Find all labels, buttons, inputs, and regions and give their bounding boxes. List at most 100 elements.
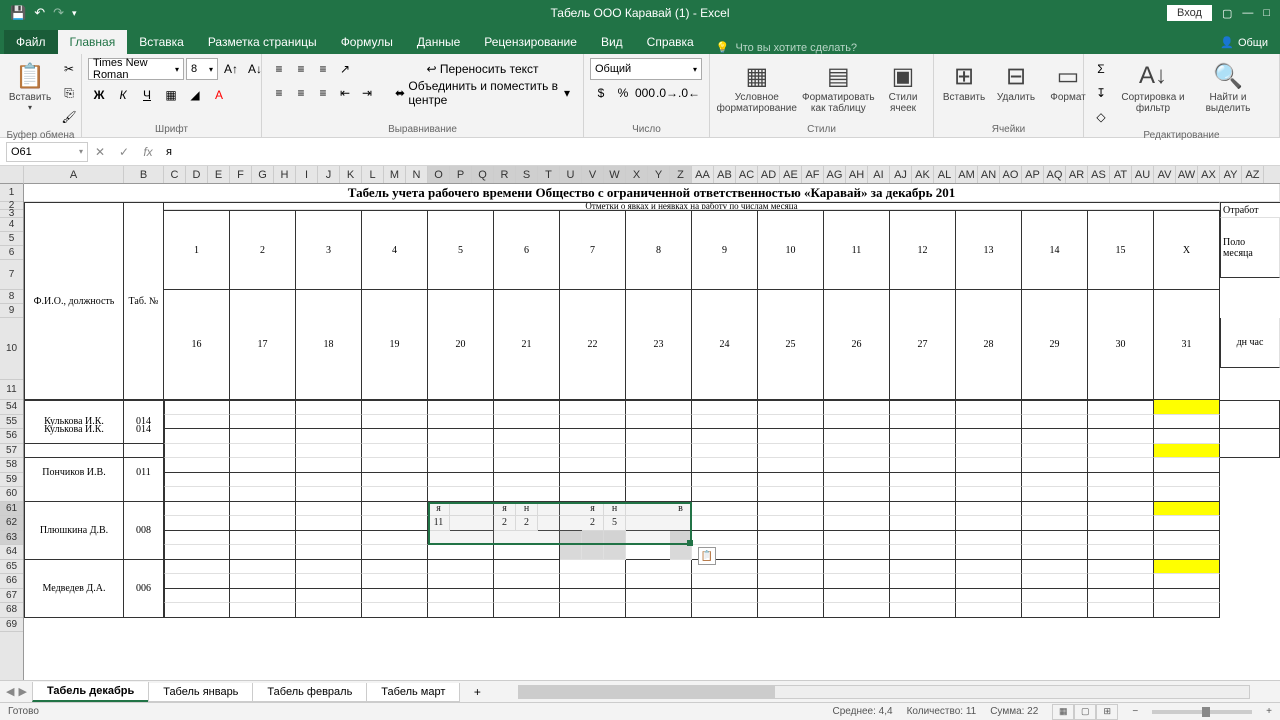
cell[interactable]: [1154, 444, 1220, 459]
cell[interactable]: [758, 502, 824, 517]
col-header-AW[interactable]: AW: [1176, 166, 1198, 183]
cell[interactable]: [494, 603, 560, 618]
cell[interactable]: [956, 400, 1022, 415]
cell[interactable]: [890, 589, 956, 604]
cell[interactable]: [560, 589, 626, 604]
cell[interactable]: 16: [164, 290, 230, 400]
cell[interactable]: 17: [230, 290, 296, 400]
cell[interactable]: [1088, 473, 1154, 488]
decrease-decimal-button[interactable]: .0←: [678, 82, 700, 104]
increase-font-button[interactable]: A↑: [220, 58, 242, 80]
cell[interactable]: [824, 429, 890, 444]
cell[interactable]: [890, 531, 956, 546]
cell[interactable]: [494, 545, 560, 560]
cell-styles-button[interactable]: ▣Стили ячеек: [879, 58, 927, 116]
cell[interactable]: [1022, 458, 1088, 473]
cell[interactable]: [560, 574, 626, 589]
cell[interactable]: [296, 516, 362, 531]
cut-button[interactable]: ✂: [58, 58, 80, 80]
cell[interactable]: [1022, 545, 1088, 560]
cell[interactable]: [692, 487, 758, 502]
cell[interactable]: [230, 400, 296, 415]
col-header-A[interactable]: A: [24, 166, 124, 183]
cell[interactable]: [692, 473, 758, 488]
col-header-B[interactable]: B: [124, 166, 164, 183]
cell[interactable]: [890, 473, 956, 488]
percent-button[interactable]: %: [612, 82, 634, 104]
copy-button[interactable]: ⎘: [58, 82, 80, 104]
cell[interactable]: 008: [124, 502, 164, 560]
row-header-6[interactable]: 6: [0, 246, 23, 260]
cell[interactable]: [494, 400, 560, 415]
formula-input[interactable]: я: [160, 146, 1280, 158]
col-header-AG[interactable]: AG: [824, 166, 846, 183]
cell[interactable]: [758, 560, 824, 575]
cell[interactable]: [758, 473, 824, 488]
cell[interactable]: [758, 516, 824, 531]
delete-cells-button[interactable]: ⊟Удалить: [992, 58, 1040, 105]
col-header-AL[interactable]: AL: [934, 166, 956, 183]
cell[interactable]: [1088, 429, 1154, 444]
cell[interactable]: [1154, 487, 1220, 502]
cell[interactable]: [890, 603, 956, 618]
cell[interactable]: [824, 574, 890, 589]
cell[interactable]: [956, 560, 1022, 575]
col-header-AC[interactable]: AC: [736, 166, 758, 183]
cell[interactable]: 011: [124, 444, 164, 502]
row-headers[interactable]: 1234567891011545556575859606162636465666…: [0, 184, 24, 680]
cell[interactable]: Таб. №: [124, 202, 164, 400]
clear-button[interactable]: ◇: [1090, 106, 1112, 128]
col-header-S[interactable]: S: [516, 166, 538, 183]
cell[interactable]: [1022, 531, 1088, 546]
borders-button[interactable]: ▦: [160, 84, 182, 106]
cell[interactable]: [692, 531, 758, 546]
cell[interactable]: [824, 400, 890, 415]
cell[interactable]: [362, 400, 428, 415]
cell[interactable]: [494, 415, 560, 430]
cell[interactable]: 5: [604, 516, 626, 531]
col-header-X[interactable]: X: [626, 166, 648, 183]
cell[interactable]: [560, 400, 626, 415]
cell[interactable]: [758, 415, 824, 430]
col-header-L[interactable]: L: [362, 166, 384, 183]
grid-area[interactable]: ABCDEFGHIJKLMNOPQRSTUVWXYZAAABACADAEAFAG…: [0, 166, 1280, 680]
row-header-62[interactable]: 62: [0, 516, 23, 531]
undo-icon[interactable]: ↶: [34, 5, 45, 21]
cell[interactable]: 4: [362, 210, 428, 290]
cell[interactable]: [758, 603, 824, 618]
row-header-65[interactable]: 65: [0, 560, 23, 575]
cell[interactable]: [692, 429, 758, 444]
col-header-R[interactable]: R: [494, 166, 516, 183]
align-left-button[interactable]: ≡: [268, 82, 290, 104]
row-header-56[interactable]: 56: [0, 429, 23, 444]
col-header-Z[interactable]: Z: [670, 166, 692, 183]
cell[interactable]: [560, 444, 626, 459]
cell[interactable]: [1088, 487, 1154, 502]
col-header-AF[interactable]: AF: [802, 166, 824, 183]
cell[interactable]: [604, 531, 626, 560]
cell[interactable]: [758, 487, 824, 502]
cell[interactable]: [890, 545, 956, 560]
cell[interactable]: 23: [626, 290, 692, 400]
cell[interactable]: 014: [124, 400, 164, 444]
cell[interactable]: Табель учета рабочего времени Общество с…: [24, 184, 1280, 202]
cell[interactable]: [626, 603, 692, 618]
row-header-5[interactable]: 5: [0, 232, 23, 246]
cell[interactable]: [428, 473, 494, 488]
cell[interactable]: 20: [428, 290, 494, 400]
col-header-E[interactable]: E: [208, 166, 230, 183]
col-header-N[interactable]: N: [406, 166, 428, 183]
row-header-8[interactable]: 8: [0, 290, 23, 304]
fx-button[interactable]: fx: [136, 140, 160, 164]
tab-data[interactable]: Данные: [405, 30, 472, 54]
cell[interactable]: н: [516, 502, 538, 517]
column-headers[interactable]: ABCDEFGHIJKLMNOPQRSTUVWXYZAAABACADAEAFAG…: [24, 166, 1280, 184]
row-header-9[interactable]: 9: [0, 304, 23, 318]
cell[interactable]: [1088, 415, 1154, 430]
cell[interactable]: [428, 487, 494, 502]
cell[interactable]: 11: [824, 210, 890, 290]
cell[interactable]: [692, 444, 758, 459]
cell[interactable]: 30: [1088, 290, 1154, 400]
cell[interactable]: 7: [560, 210, 626, 290]
cell[interactable]: [1022, 487, 1088, 502]
